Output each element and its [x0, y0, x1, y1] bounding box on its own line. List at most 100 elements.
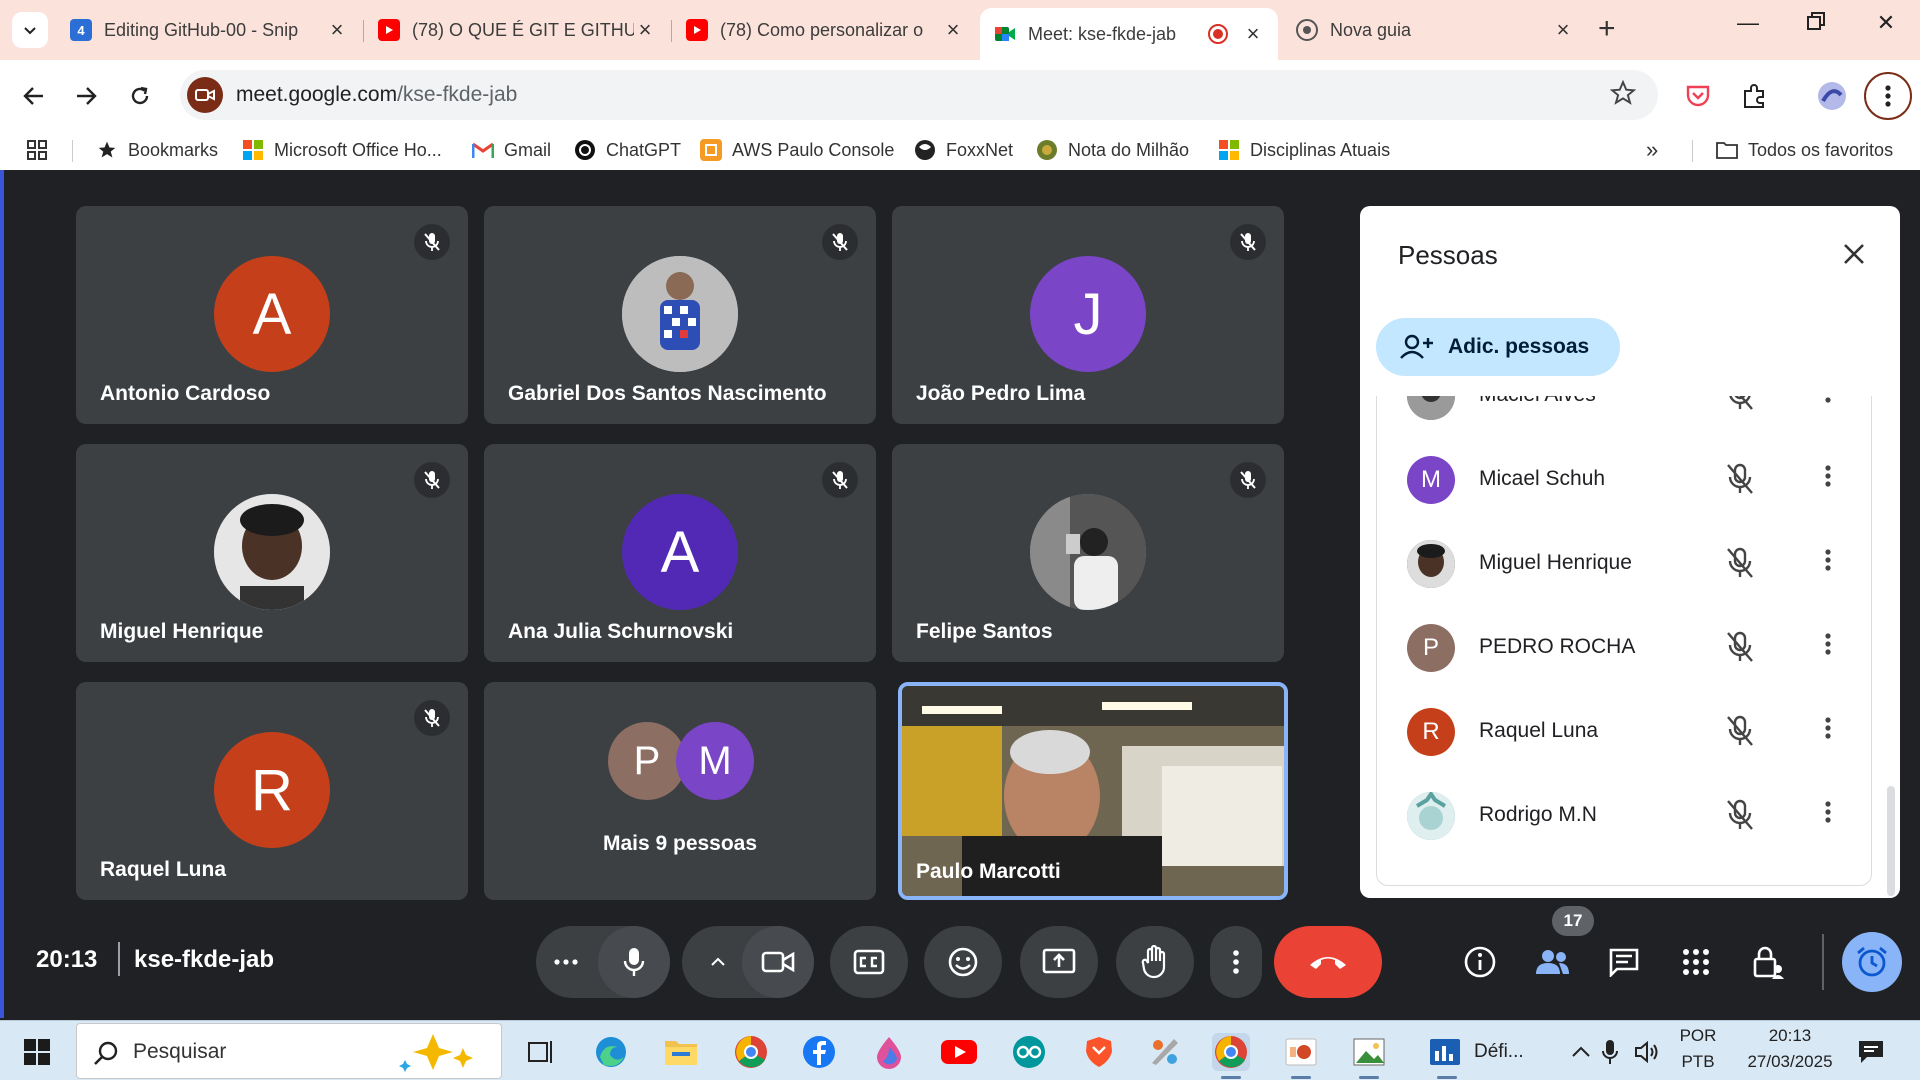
timer-button[interactable] — [1842, 932, 1902, 992]
avatar-initial: M — [1421, 466, 1441, 493]
show-hidden-icons-button[interactable] — [1562, 1033, 1600, 1071]
bookmark-star-icon[interactable] — [1609, 79, 1637, 111]
image-viewer-app[interactable] — [1350, 1033, 1388, 1079]
close-icon[interactable]: × — [326, 17, 348, 43]
tab-2[interactable]: (78) Como personalizar o × — [672, 8, 978, 52]
bookmarks-overflow-button[interactable]: » — [1646, 136, 1658, 164]
edge-app[interactable] — [592, 1033, 630, 1071]
raise-hand-button[interactable] — [1116, 926, 1194, 998]
taskbar-search[interactable]: Pesquisar — [76, 1023, 502, 1079]
host-controls-button[interactable] — [1744, 938, 1792, 986]
list-item[interactable]: R Raquel Luna — [1377, 690, 1871, 774]
close-icon[interactable]: × — [634, 17, 656, 43]
camera-button[interactable] — [742, 926, 814, 998]
tab-4[interactable]: Nova guia × — [1282, 8, 1588, 52]
more-vert-icon[interactable] — [1825, 464, 1831, 493]
window-close-button[interactable]: ✕ — [1866, 10, 1906, 36]
list-item[interactable]: Maciel Alves — [1377, 396, 1871, 438]
new-tab-button[interactable]: + — [1598, 14, 1616, 44]
microphone-button[interactable] — [598, 926, 670, 998]
close-icon[interactable]: × — [1242, 21, 1264, 47]
start-button[interactable] — [18, 1033, 56, 1071]
profile-avatar-icon[interactable] — [1814, 78, 1850, 114]
present-screen-button[interactable] — [1020, 926, 1098, 998]
back-button[interactable] — [14, 76, 54, 116]
bookmark-item[interactable]: Microsoft Office Ho... — [242, 136, 442, 164]
bookmark-item[interactable]: Disciplinas Atuais — [1218, 136, 1390, 164]
youtube-app[interactable] — [940, 1033, 978, 1071]
participant-tile[interactable]: J João Pedro Lima — [892, 206, 1284, 424]
clock-date: 27/03/2025 — [1747, 1052, 1833, 1071]
video-options-button[interactable] — [700, 944, 736, 980]
participant-tile[interactable]: Miguel Henrique — [76, 444, 468, 662]
leave-call-button[interactable] — [1274, 926, 1382, 998]
address-bar[interactable]: meet.google.com/kse-fkde-jab — [180, 70, 1658, 120]
bookmark-item[interactable]: AWS Paulo Console — [700, 136, 894, 164]
minimize-button[interactable]: — — [1728, 10, 1768, 36]
list-item[interactable]: P PEDRO ROCHA — [1377, 606, 1871, 690]
audio-options-button[interactable] — [546, 944, 586, 980]
microphone-tray-icon[interactable] — [1596, 1033, 1624, 1071]
site-camera-icon[interactable] — [187, 77, 223, 113]
participant-tile[interactable]: Felipe Santos — [892, 444, 1284, 662]
chrome-app[interactable] — [732, 1033, 770, 1071]
forward-button[interactable] — [66, 76, 106, 116]
more-options-button[interactable] — [1210, 926, 1262, 998]
list-item[interactable]: Miguel Henrique — [1377, 522, 1871, 606]
tab-0[interactable]: 4 Editing GitHub-00 - Snip × — [56, 8, 362, 52]
participant-tile[interactable]: Gabriel Dos Santos Nascimento — [484, 206, 876, 424]
panel-scrollbar[interactable] — [1887, 786, 1895, 896]
file-explorer-app[interactable] — [662, 1033, 700, 1071]
participant-tile[interactable]: R Raquel Luna — [76, 682, 468, 900]
meeting-details-button[interactable] — [1456, 938, 1504, 986]
restore-button[interactable] — [1796, 10, 1836, 36]
chrome-app-open[interactable] — [1212, 1033, 1250, 1079]
list-item[interactable]: Rodrigo M.N — [1377, 774, 1871, 858]
people-button[interactable]: 17 — [1528, 906, 1594, 986]
more-vert-icon[interactable] — [1825, 548, 1831, 577]
more-vert-icon[interactable] — [1825, 800, 1831, 829]
notifications-button[interactable] — [1852, 1033, 1890, 1071]
participant-tile[interactable]: A Antonio Cardoso — [76, 206, 468, 424]
pocket-icon[interactable] — [1680, 78, 1716, 114]
chrome-menu-button[interactable] — [1864, 72, 1912, 120]
close-icon[interactable]: × — [1552, 17, 1574, 43]
extensions-icon[interactable] — [1736, 78, 1772, 114]
bookmark-item[interactable]: FoxxNet — [914, 136, 1013, 164]
reactions-button[interactable] — [924, 926, 1002, 998]
bookmark-item[interactable]: Nota do Milhão — [1036, 136, 1189, 164]
brave-app[interactable] — [1080, 1033, 1118, 1071]
list-item[interactable]: M Micael Schuh — [1377, 438, 1871, 522]
paint3d-app[interactable] — [1146, 1033, 1184, 1071]
bookmark-item[interactable]: Gmail — [472, 136, 551, 164]
word-app-open[interactable]: Défi... — [1428, 1033, 1546, 1079]
bookmark-item[interactable]: Bookmarks — [96, 136, 218, 164]
self-video-tile[interactable]: Paulo Marcotti — [898, 682, 1288, 900]
activities-button[interactable] — [1672, 938, 1720, 986]
close-icon[interactable]: × — [942, 17, 964, 43]
system-clock[interactable]: 20:13 27/03/2025 — [1736, 1026, 1844, 1072]
participant-tile[interactable]: A Ana Julia Schurnovski — [484, 444, 876, 662]
paint-app[interactable] — [870, 1033, 908, 1071]
tab-3-active[interactable]: Meet: kse-fkde-jab × — [980, 8, 1278, 60]
tab-search-button[interactable] — [12, 12, 48, 48]
more-vert-icon[interactable] — [1825, 716, 1831, 745]
reload-button[interactable] — [120, 76, 160, 116]
more-people-tile[interactable]: P M Mais 9 pessoas — [484, 682, 876, 900]
more-vert-icon[interactable] — [1825, 396, 1831, 409]
apps-button[interactable] — [26, 136, 48, 164]
close-panel-button[interactable] — [1836, 236, 1872, 272]
captions-button[interactable] — [830, 926, 908, 998]
tab-1[interactable]: (78) O QUE É GIT E GITHU × — [364, 8, 670, 52]
facebook-app[interactable] — [800, 1033, 838, 1071]
language-indicator[interactable]: POR PTB — [1672, 1026, 1724, 1072]
add-people-button[interactable]: Adic. pessoas — [1376, 318, 1620, 376]
volume-button[interactable] — [1632, 1033, 1662, 1071]
more-vert-icon[interactable] — [1825, 632, 1831, 661]
powerpoint-app[interactable] — [1282, 1033, 1320, 1079]
bookmark-item[interactable]: ChatGPT — [574, 136, 681, 164]
arduino-app[interactable] — [1010, 1033, 1048, 1071]
task-view-button[interactable] — [522, 1033, 560, 1071]
chat-button[interactable] — [1600, 938, 1648, 986]
all-favorites-folder[interactable]: Todos os favoritos — [1716, 136, 1893, 164]
